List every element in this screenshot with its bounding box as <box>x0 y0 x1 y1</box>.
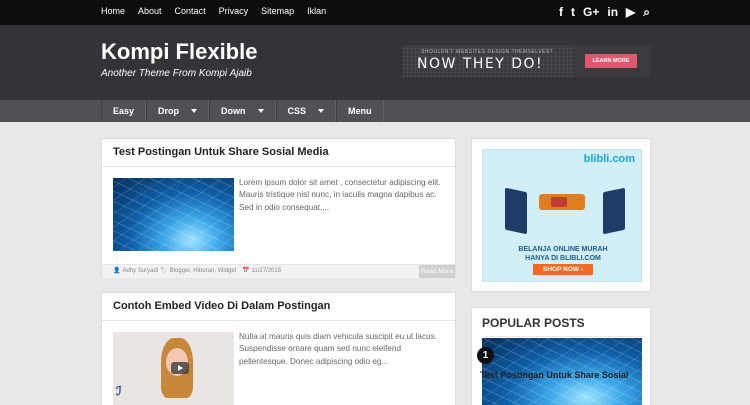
banner-learn-more-button[interactable]: LEARN MORE <box>585 54 637 68</box>
top-nav-sitemap[interactable]: Sitemap <box>261 6 294 16</box>
post-title[interactable]: Test Postingan Untuk Share Sosial Media <box>113 146 329 158</box>
menu-label: CSS <box>287 106 307 116</box>
popular-posts-widget: POPULAR POSTS 1 Test Postingan Untuk Sha… <box>471 307 651 405</box>
blibli-logo: blibli.com <box>583 153 635 165</box>
menu-label: Menu <box>348 106 372 116</box>
facebook-icon[interactable]: f <box>559 4 563 20</box>
divider <box>102 166 455 167</box>
post-thumbnail[interactable] <box>113 178 234 251</box>
caret-down-icon <box>191 109 198 113</box>
main-menu: Easy Drop Down CSS Menu <box>0 100 750 122</box>
post-labels[interactable]: 🏷 Blogger, Hiburan, Widget <box>160 267 236 274</box>
top-bar: Home About Contact Privacy Sitemap Iklan… <box>0 0 750 25</box>
site-header: Kompi Flexible Another Theme From Kompi … <box>0 25 750 100</box>
credit-card-icon <box>551 197 567 207</box>
twitter-icon[interactable]: t <box>571 4 575 20</box>
divider <box>482 336 642 337</box>
menu-item-drop[interactable]: Drop <box>146 100 210 122</box>
shop-now-button[interactable]: SHOP NOW › <box>533 264 593 275</box>
post-date: 📅 11/27/2015 <box>242 267 281 274</box>
site-description: Another Theme From Kompi Ajaib <box>101 68 252 79</box>
banner-headline: NOW THEY DO! <box>417 56 544 72</box>
site-title[interactable]: Kompi Flexible <box>101 39 257 65</box>
menu-item-menu[interactable]: Menu <box>336 100 384 122</box>
menu-item-easy[interactable]: Easy <box>101 100 147 122</box>
user-icon: 👤 <box>113 268 121 274</box>
post-author[interactable]: 👤 Adhy Suryadi <box>113 267 158 274</box>
top-nav-iklan[interactable]: Iklan <box>307 6 326 16</box>
play-icon[interactable] <box>171 362 189 374</box>
top-nav-home[interactable]: Home <box>101 6 125 16</box>
divider <box>102 320 455 321</box>
ad-text-line1: BELANJA ONLINE MURAH <box>518 246 608 253</box>
popular-post-title[interactable]: Test Postingan Untuk Share Sosial <box>480 370 628 380</box>
youtube-icon[interactable]: ▶ <box>626 4 635 20</box>
google-plus-icon[interactable]: G+ <box>583 4 599 20</box>
tag-icon: 🏷 <box>160 268 168 274</box>
ad-text: BELANJA ONLINE MURAH HANYA DI BLIBLI.COM <box>483 245 643 263</box>
labels-text: Blogger, Hiburan, Widget <box>169 268 237 274</box>
top-nav: Home About Contact Privacy Sitemap Iklan <box>101 6 339 16</box>
widget-title: POPULAR POSTS <box>482 316 585 330</box>
read-more-button[interactable]: Read More <box>419 265 455 278</box>
top-nav-about[interactable]: About <box>138 6 162 16</box>
top-nav-contact[interactable]: Contact <box>175 6 206 16</box>
author-name: Adhy Suryadi <box>122 268 159 274</box>
menu-label: Drop <box>158 106 180 116</box>
post-card: Test Postingan Untuk Share Sosial Media … <box>101 138 456 278</box>
menu-label: Down <box>221 106 246 116</box>
post-thumbnail[interactable]: ℐ <box>113 332 234 405</box>
monitor-icon <box>603 187 625 235</box>
header-banner-ad[interactable]: SHOULDN'T WEBSITES DESIGN THEMSELVES? NO… <box>403 45 651 77</box>
calendar-icon: 📅 <box>242 268 250 274</box>
search-icon[interactable]: ⌕ <box>643 4 650 20</box>
post-excerpt: Nulla at mauris quis diam vehicula susci… <box>239 332 437 366</box>
monitor-icon <box>505 187 527 235</box>
logo-icon: ℐ <box>116 384 122 398</box>
caret-down-icon <box>257 109 264 113</box>
menu-label: Easy <box>113 106 135 116</box>
post-meta: 👤 Adhy Suryadi 🏷 Blogger, Hiburan, Widget … <box>102 264 455 278</box>
post-title[interactable]: Contoh Embed Video Di Dalam Postingan <box>113 300 330 312</box>
sidebar-ad-widget: blibli.com BELANJA ONLINE MURAH HANYA DI… <box>471 138 651 292</box>
top-nav-privacy[interactable]: Privacy <box>219 6 249 16</box>
banner-small-text: SHOULDN'T WEBSITES DESIGN THEMSELVES? <box>421 49 553 55</box>
caret-down-icon <box>318 109 325 113</box>
blibli-ad-banner[interactable]: blibli.com BELANJA ONLINE MURAH HANYA DI… <box>482 149 642 282</box>
linkedin-icon[interactable]: in <box>607 4 618 20</box>
ad-text-line2: HANYA DI BLIBLI.COM <box>525 255 601 262</box>
post-excerpt: Lorem ipsum dolor sit amet , consectetur… <box>239 178 441 212</box>
social-links: f t G+ in ▶ ⌕ <box>559 4 650 20</box>
menu-item-down[interactable]: Down <box>209 100 276 122</box>
date-text: 11/27/2015 <box>251 268 282 274</box>
popular-post-number: 1 <box>477 347 494 364</box>
menu-item-css[interactable]: CSS <box>275 100 337 122</box>
post-card: Contoh Embed Video Di Dalam Postingan ℐ … <box>101 292 456 405</box>
